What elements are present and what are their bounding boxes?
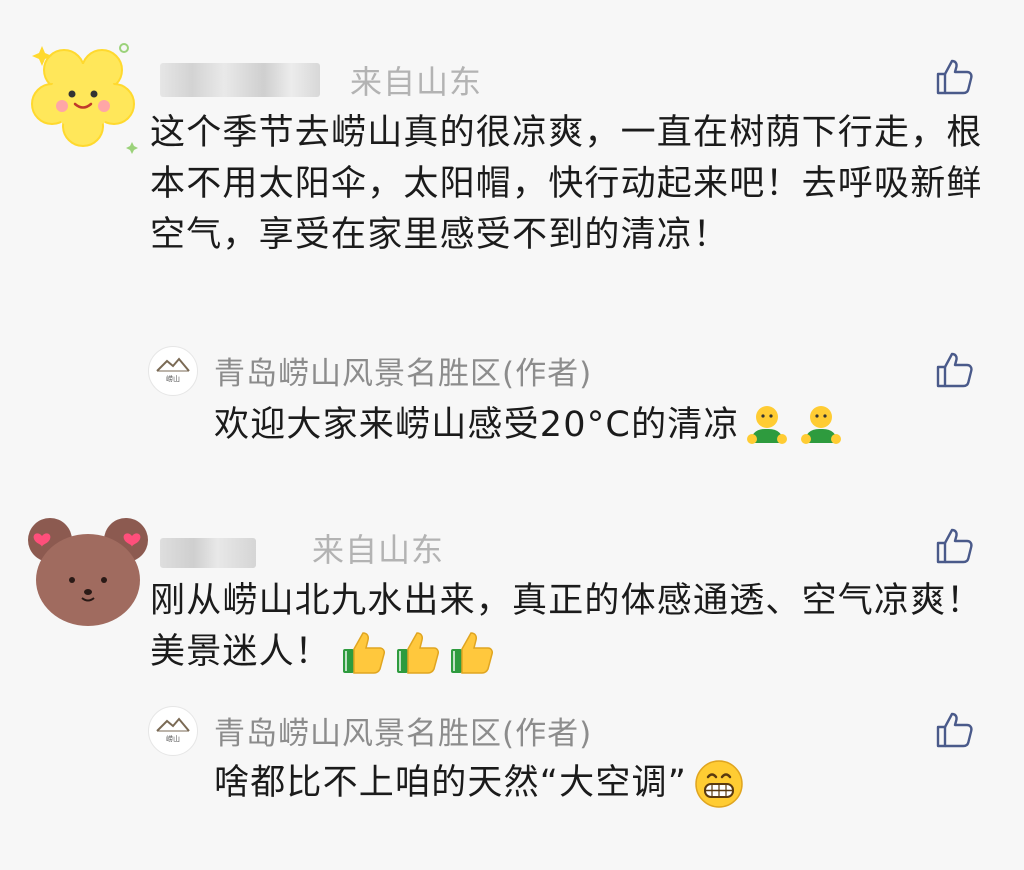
- blurred-username: [160, 538, 256, 568]
- thumbs-up-emoji: [451, 632, 494, 674]
- avatar[interactable]: [22, 32, 144, 154]
- comment-text: 刚从崂山北九水出来，真正的体感通透、空气凉爽！美景迷人！: [150, 576, 990, 678]
- author-avatar[interactable]: [148, 706, 198, 756]
- comment-meta: 来自山东: [160, 60, 483, 101]
- location-label: 来自山东: [350, 63, 483, 101]
- like-icon[interactable]: [934, 710, 974, 750]
- laoshan-logo-icon: [149, 347, 197, 395]
- reply-meta: 青岛崂山风景名胜区(作者): [214, 348, 592, 393]
- person-green-emoji: [746, 406, 787, 444]
- flower-avatar-icon: [22, 32, 144, 154]
- comment-item: 来自山东 这个季节去崂山真的很凉爽，一直在树荫下行走，根本不用太阳伞，太阳帽，快…: [0, 0, 1024, 460]
- reply-text-content: 啥都比不上咱的天然“大空调”: [214, 763, 688, 803]
- comment-text: 这个季节去崂山真的很凉爽，一直在树荫下行走，根本不用太阳伞，太阳帽，快行动起来吧…: [150, 113, 983, 255]
- blurred-username: [160, 63, 320, 97]
- author-avatar[interactable]: [148, 346, 198, 396]
- author-name[interactable]: 青岛崂山风景名胜区(作者): [214, 348, 592, 393]
- comment-item: 来自山东 刚从崂山北九水出来，真正的体感通透、空气凉爽！美景迷人！ 青岛崂山风景…: [0, 490, 1024, 870]
- comment-meta: 来自山东: [160, 528, 445, 569]
- comment-text-content: 刚从崂山北九水出来，真正的体感通透、空气凉爽！美景迷人！: [150, 581, 983, 672]
- laoshan-logo-icon: [149, 707, 197, 755]
- thumbs-up-emoji: [343, 632, 386, 674]
- reply-text: 欢迎大家来崂山感受20°C的清凉: [214, 400, 994, 451]
- like-icon[interactable]: [934, 526, 974, 566]
- person-green-emoji: [800, 406, 841, 444]
- thumbs-up-emoji: [397, 632, 440, 674]
- location-label: 来自山东: [312, 531, 445, 569]
- reply-meta: 青岛崂山风景名胜区(作者): [214, 708, 592, 753]
- grin-emoji: [695, 760, 743, 808]
- bear-avatar-icon: [28, 518, 148, 626]
- author-name[interactable]: 青岛崂山风景名胜区(作者): [214, 708, 592, 753]
- reply-text-content: 欢迎大家来崂山感受20°C的清凉: [214, 405, 740, 445]
- reply-text: 啥都比不上咱的天然“大空调”: [214, 758, 994, 810]
- like-icon[interactable]: [934, 350, 974, 390]
- avatar[interactable]: [22, 512, 154, 630]
- like-icon[interactable]: [934, 57, 974, 97]
